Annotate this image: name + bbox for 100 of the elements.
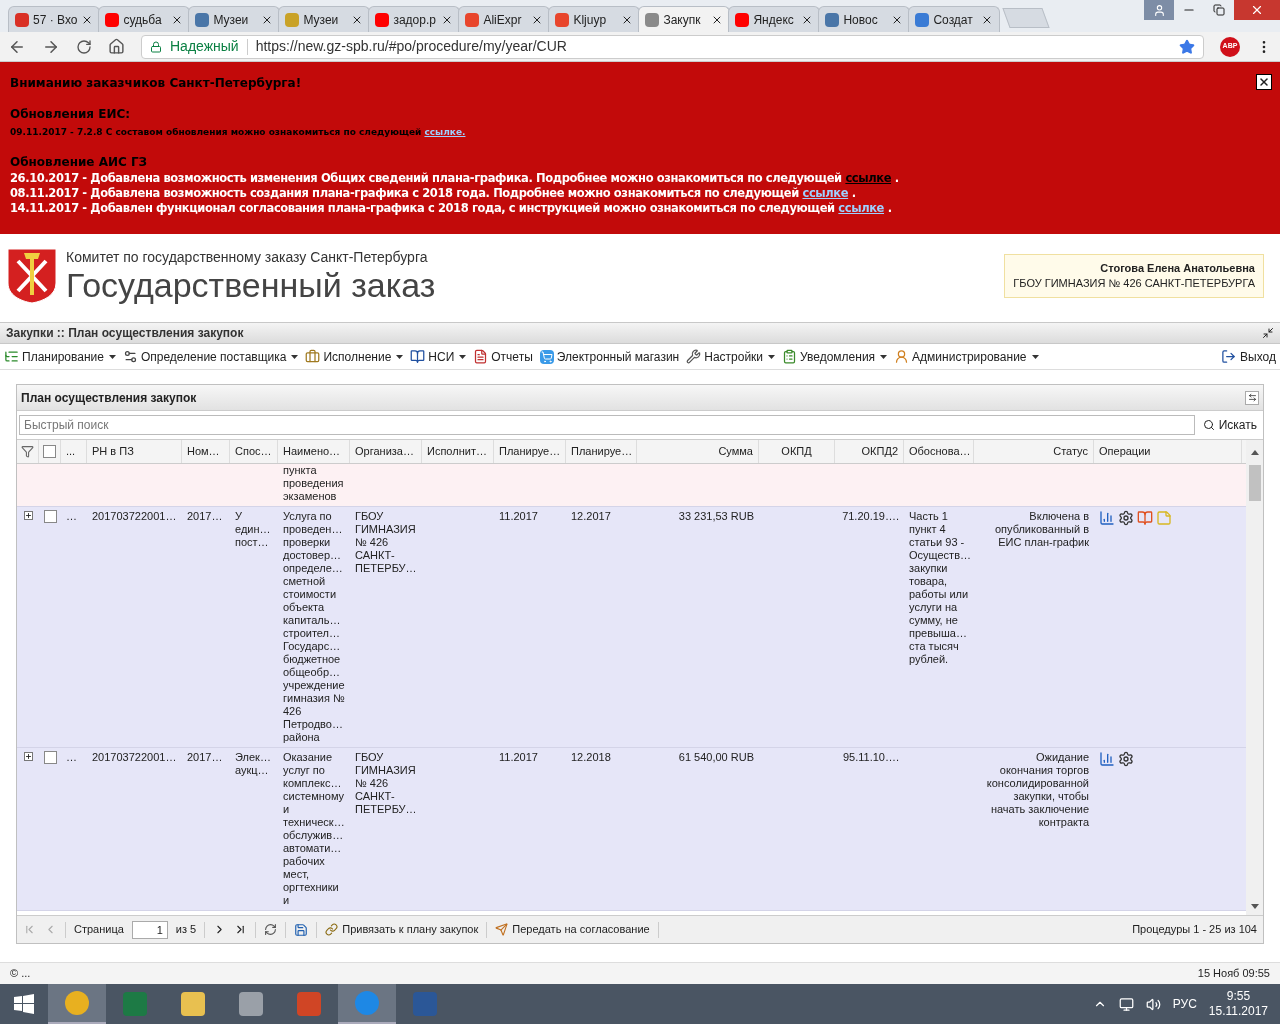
- banner-text: 14.11.2017 - Добавлен функционал согласования плана-графика с 2018 года, с инструкцией можно ознакомиться по следующей ссылке .: [10, 200, 892, 216]
- exit-button[interactable]: Выход: [1221, 347, 1276, 366]
- close-button[interactable]: [1256, 74, 1272, 90]
- page-number-field[interactable]: 1: [131, 920, 168, 939]
- column-header[interactable]: Ном…: [182, 440, 230, 463]
- menu-item[interactable]: Отчеты: [473, 347, 533, 366]
- filter-icon[interactable]: [21, 445, 34, 458]
- gear-icon[interactable]: [1118, 510, 1134, 526]
- clock[interactable]: 9:55 15.11.2017: [1208, 989, 1268, 1019]
- chart-icon[interactable]: [1099, 510, 1115, 526]
- menu-item[interactable]: Уведомления: [782, 347, 888, 366]
- scroll-up-icon[interactable]: [1250, 450, 1259, 455]
- browser-tab[interactable]: Новос: [818, 6, 911, 32]
- lock-icon: [150, 40, 162, 53]
- coat-of-arms-logo: [6, 247, 58, 305]
- column-header[interactable]: Сумма: [637, 440, 759, 463]
- save-icon[interactable]: [294, 922, 309, 937]
- collapse-icon[interactable]: [1262, 327, 1274, 339]
- copyright-text: © ...: [10, 966, 31, 982]
- table-cell: Ожидание окончания торгов консолидированной закупки, чтобы начать заключение контракта: [986, 751, 1089, 828]
- banner-text: 09.11.2017 - 7.2.8 С составом обновления можно ознакомиться по следующей ссылке.: [10, 126, 466, 139]
- link[interactable]: ссылке: [838, 200, 885, 215]
- search-button[interactable]: Искать: [1198, 416, 1261, 434]
- server-time: 15 Нояб 09:55: [1197, 966, 1270, 982]
- column-header[interactable]: ...: [61, 440, 87, 463]
- browser-tab[interactable]: AliExpr: [458, 6, 551, 32]
- column-header[interactable]: Организа…: [350, 440, 422, 463]
- scroll-down-icon[interactable]: [1250, 904, 1259, 909]
- network-icon[interactable]: [1118, 996, 1134, 1012]
- row-checkbox[interactable]: [43, 751, 57, 764]
- table-cell: пункта проведения экзаменов: [283, 464, 344, 502]
- menu-item[interactable]: Электронный магазин: [539, 347, 680, 366]
- quick-search-field[interactable]: Быстрый поиск: [19, 415, 1195, 435]
- browser-tab[interactable]: Закупк: [638, 6, 731, 32]
- tree-icon: [4, 349, 19, 364]
- column-header[interactable]: РН в ПЗ: [87, 440, 182, 463]
- select-all-checkbox[interactable]: [43, 445, 56, 458]
- column-header[interactable]: Планируе…: [494, 440, 566, 463]
- profile-button[interactable]: [1144, 0, 1174, 20]
- table-cell: …: [66, 751, 77, 763]
- gear-icon[interactable]: [1118, 751, 1134, 767]
- menu-item[interactable]: Настройки: [686, 347, 776, 366]
- column-header[interactable]: ОКПД: [759, 440, 835, 463]
- expand-icon[interactable]: [23, 511, 33, 520]
- menu-item[interactable]: Планирование: [4, 347, 116, 366]
- column-header[interactable]: Планируе…: [566, 440, 637, 463]
- language-indicator[interactable]: РУС: [1172, 995, 1197, 1013]
- link[interactable]: ссылке: [802, 185, 849, 200]
- chart-icon[interactable]: [1099, 751, 1115, 767]
- table-cell: 33 231,53 RUB: [678, 510, 754, 522]
- table-cell: 61 540,00 RUB: [678, 751, 754, 763]
- banner-text: 08.11.2017 - Добавлена возможность создания плана-графика с 2018 года. Подробнее можно ознакомиться по следующей ссылке .: [10, 185, 856, 201]
- clipboard-icon: [782, 349, 798, 364]
- browser-tab[interactable]: Музеи: [278, 6, 371, 32]
- page-label: Страница: [74, 922, 124, 938]
- browser-tab[interactable]: задор.р: [368, 6, 461, 32]
- table-cell: 11.2017: [499, 751, 538, 763]
- table-cell: 2017…: [187, 751, 223, 763]
- reload-icon[interactable]: [76, 38, 92, 55]
- refresh-button[interactable]: [1245, 390, 1259, 405]
- banner-heading: Обновление АИС ГЗ: [10, 153, 148, 171]
- menu-item[interactable]: Исполнение: [305, 347, 404, 366]
- table-cell: 11.2017: [499, 510, 538, 522]
- browser-tab[interactable]: Музеи: [188, 6, 281, 32]
- bind-to-plan-button[interactable]: Привязать к плану закупок: [325, 921, 479, 938]
- table-cell: …: [66, 510, 77, 522]
- close-icon: [1250, 3, 1264, 17]
- browser-tab[interactable]: судьба: [98, 6, 191, 32]
- browser-tab[interactable]: Kljuyp: [548, 6, 641, 32]
- column-header[interactable]: Статус: [974, 440, 1094, 463]
- banner-heading: Обновления ЕИС:: [10, 106, 131, 123]
- address-field[interactable]: Надежный https://new.gz-spb.ru/#po/procedure/my/year/CUR: [141, 34, 1204, 59]
- column-header[interactable]: ОКПД2: [835, 440, 904, 463]
- secure-label: Надежный: [170, 37, 239, 56]
- refresh-icon[interactable]: [264, 923, 278, 936]
- caret-icon: [880, 354, 888, 359]
- column-header[interactable]: Наимено…: [278, 440, 350, 463]
- browser-tab[interactable]: Создат: [908, 6, 1001, 32]
- link[interactable]: ссылке.: [424, 127, 466, 137]
- browser-tab[interactable]: 57 · Вхо: [8, 6, 101, 32]
- browser-tab[interactable]: Яндекс: [728, 6, 821, 32]
- link-icon: [325, 923, 339, 936]
- send-for-approval-button[interactable]: Передать на согласование: [495, 921, 650, 938]
- column-header[interactable]: Исполнит…: [422, 440, 494, 463]
- column-header[interactable]: Обоснова…: [904, 440, 974, 463]
- bookmark-star-icon[interactable]: [1179, 38, 1195, 55]
- home-icon[interactable]: [108, 38, 125, 55]
- table-cell: 71.20.19….: [842, 510, 899, 522]
- expand-icon[interactable]: [23, 752, 33, 761]
- volume-icon[interactable]: [1145, 996, 1161, 1012]
- swap-icon: [1247, 393, 1257, 402]
- menu-item[interactable]: Определение поставщика: [122, 347, 299, 366]
- row-checkbox[interactable]: [43, 510, 57, 523]
- cart-icon: [539, 349, 554, 364]
- column-header[interactable]: Операции: [1094, 440, 1242, 463]
- column-header[interactable]: Спос…: [230, 440, 278, 463]
- scrollbar-thumb[interactable]: [1248, 465, 1261, 501]
- menu-item[interactable]: НСИ: [410, 347, 467, 366]
- menu-item[interactable]: Администрирование: [894, 347, 1039, 366]
- caret-icon: [768, 354, 776, 359]
